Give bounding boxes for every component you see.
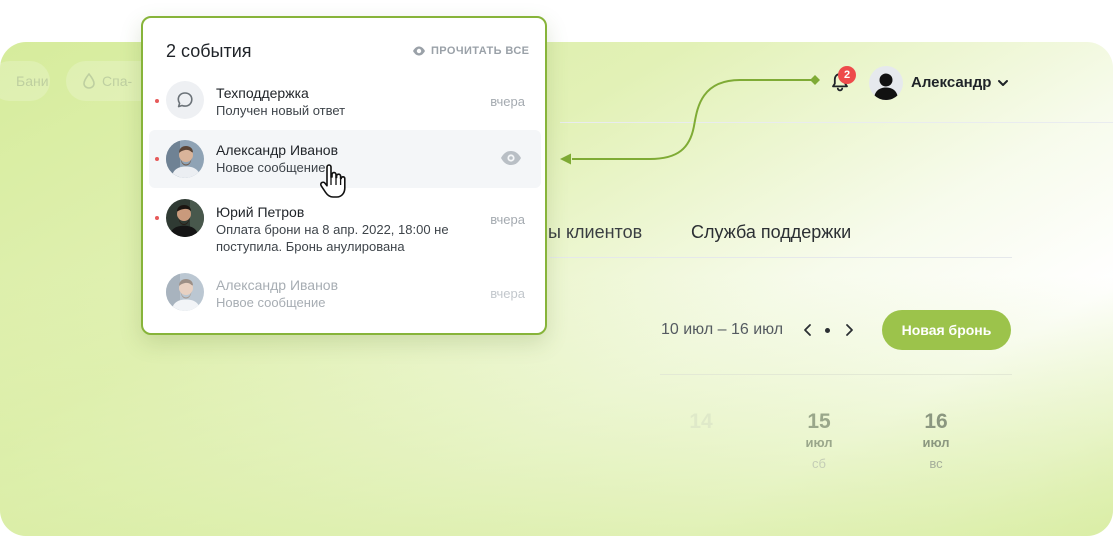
notification-time: вчера: [490, 286, 525, 301]
chevron-right-icon[interactable]: [842, 322, 856, 338]
day-column[interactable]: 16 июл вс: [906, 410, 966, 471]
notification-sender: Александр Иванов: [216, 142, 339, 158]
unread-dot: [155, 157, 159, 161]
notification-text: Получен новый ответ: [216, 103, 346, 118]
contact-avatar: [166, 273, 204, 311]
day-number: 14: [689, 410, 713, 433]
read-all-label: ПРОЧИТАТЬ ВСЕ: [431, 45, 530, 57]
tabs-divider: [550, 257, 1012, 258]
notification-sender: Техподдержка: [216, 85, 309, 101]
day-column[interactable]: 14: [671, 410, 731, 434]
notification-count-badge: 2: [838, 66, 856, 84]
chat-icon: [177, 92, 193, 108]
day-number: 16: [924, 410, 948, 433]
tab-support[interactable]: Служба поддержки: [691, 222, 851, 243]
day-weekday: вс: [929, 456, 943, 471]
tab-clients[interactable]: ы клиентов: [548, 222, 642, 243]
header-divider: [560, 122, 1113, 123]
notification-item[interactable]: Александр Иванов Новое сообщение вчера: [149, 266, 541, 318]
notification-time: вчера: [490, 212, 525, 227]
nav-chip-bani[interactable]: Бани: [0, 61, 50, 101]
unread-dot: [155, 99, 159, 103]
person-photo: [166, 140, 204, 178]
eye-icon: [413, 46, 425, 56]
notification-sender: Александр Иванов: [216, 277, 339, 293]
day-month: июл: [922, 435, 950, 450]
user-silhouette-icon: [874, 73, 898, 100]
user-avatar[interactable]: [869, 66, 903, 100]
chevron-down-icon[interactable]: [996, 76, 1010, 90]
hand-pointer-cursor-icon: [319, 164, 346, 198]
day-number: 15: [807, 410, 831, 433]
nav-chip-label: Спа-: [102, 73, 133, 89]
day-weekday: сб: [812, 456, 826, 471]
contact-avatar: [166, 140, 204, 178]
user-name[interactable]: Александр: [911, 74, 991, 91]
notification-text: Новое сообщение: [216, 295, 326, 310]
unread-dot: [155, 216, 159, 220]
notification-text: Оплата брони на 8 апр. 2022, 18:00 не по…: [216, 222, 449, 254]
nav-chip-label: Бани: [16, 73, 49, 89]
notification-sender: Юрий Петров: [216, 204, 305, 220]
drop-icon: [83, 73, 95, 89]
popup-title: 2 события: [166, 41, 252, 61]
day-column[interactable]: 15 июл сб: [789, 410, 849, 471]
read-all-button[interactable]: ПРОЧИТАТЬ ВСЕ: [412, 45, 529, 57]
new-booking-button[interactable]: Новая бронь: [882, 310, 1011, 350]
notification-item[interactable]: Техподдержка Получен новый ответ вчера: [149, 74, 541, 126]
person-photo: [166, 273, 204, 311]
day-month: июл: [805, 435, 833, 450]
chevron-left-icon[interactable]: [801, 322, 815, 338]
notification-time: вчера: [490, 94, 525, 109]
contact-avatar: [166, 199, 204, 237]
person-photo: [166, 199, 204, 237]
today-dot-button[interactable]: [825, 328, 830, 333]
dates-divider: [660, 374, 1012, 375]
mark-read-eye-icon[interactable]: [500, 150, 522, 166]
date-range-label: 10 июл – 16 июл: [661, 321, 784, 338]
notification-item[interactable]: Юрий Петров Оплата брони на 8 апр. 2022,…: [149, 194, 541, 260]
support-avatar: [166, 81, 204, 119]
